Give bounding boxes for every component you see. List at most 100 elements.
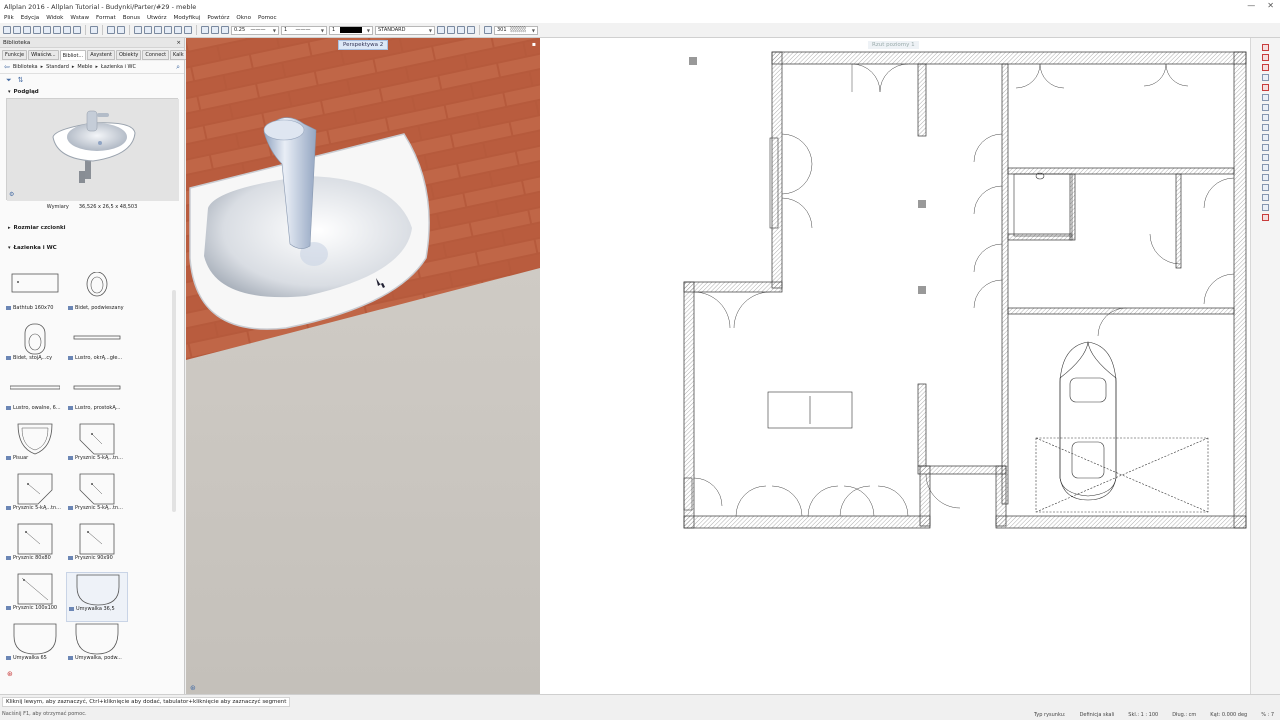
- tab-kalk[interactable]: Kalk: [170, 50, 187, 60]
- font-size-section-header[interactable]: ▸ Rozmiar czcionki: [0, 222, 184, 234]
- viewport-settings-icon[interactable]: ⊛: [190, 684, 196, 692]
- layer-settings-icon[interactable]: [467, 26, 475, 34]
- menu-pomoc[interactable]: Pomoc: [258, 15, 277, 21]
- back-arrow-icon[interactable]: ⇦: [4, 63, 10, 71]
- undo-icon[interactable]: [107, 26, 115, 34]
- pen-tool-icon[interactable]: [201, 26, 209, 34]
- scale-tool-icon[interactable]: [1262, 154, 1269, 161]
- close-icon[interactable]: [1262, 214, 1269, 221]
- menu-edycja[interactable]: Edycja: [21, 15, 39, 21]
- tab-biblioteka[interactable]: Bibliot...: [59, 50, 87, 60]
- percent-field[interactable]: % : 7: [1261, 712, 1274, 718]
- library-item-washbasin-36[interactable]: Umywalka 36,5: [66, 572, 128, 622]
- close-button[interactable]: ✕: [1267, 1, 1274, 10]
- search-icon[interactable]: ⌕: [176, 63, 180, 72]
- library-item-washbasin-65[interactable]: Umywalka 65: [4, 622, 66, 672]
- tab-obiekty[interactable]: Obiekty: [115, 50, 142, 60]
- text-tool-icon[interactable]: [1262, 164, 1269, 171]
- library-item-shower-80[interactable]: Prysznic 80x80: [4, 522, 66, 572]
- new-file-icon[interactable]: [3, 26, 11, 34]
- category-section-header[interactable]: ▾ Łazienka i WC: [0, 242, 184, 254]
- preview-section-header[interactable]: ▾ Podgląd: [0, 86, 184, 98]
- properties-icon[interactable]: [90, 26, 98, 34]
- move-tool-icon[interactable]: [1262, 134, 1269, 141]
- layer-select[interactable]: STANDARD ▼: [375, 25, 435, 35]
- brush-icon[interactable]: [221, 26, 229, 34]
- brush-icon[interactable]: [1262, 64, 1269, 71]
- copy-tool-icon[interactable]: [1262, 124, 1269, 131]
- library-item-shower-pentagon[interactable]: Prysznic 5-kĄ...tn...: [4, 472, 66, 522]
- viewport-tab[interactable]: Perspektywa 2: [338, 40, 389, 50]
- panel-close-button[interactable]: ×: [176, 40, 181, 46]
- library-item-bidet[interactable]: Bidet, podwieszany: [66, 272, 128, 322]
- cut-icon[interactable]: [43, 26, 51, 34]
- menu-bonus[interactable]: Bonus: [123, 15, 140, 21]
- menu-modyfikuj[interactable]: Modyfikuj: [174, 15, 201, 21]
- pattern-select[interactable]: 301 ░░░░ ▼: [494, 25, 538, 35]
- line-type-select[interactable]: 1 ——— ▼: [281, 25, 327, 35]
- window-icon[interactable]: [144, 26, 152, 34]
- open-file-icon[interactable]: [13, 26, 21, 34]
- dimension-tool-icon[interactable]: [1262, 174, 1269, 181]
- delete-icon[interactable]: [73, 26, 81, 34]
- layer-lock-icon[interactable]: [447, 26, 455, 34]
- mirror-icon[interactable]: [1262, 114, 1269, 121]
- menu-utworz[interactable]: Utwórz: [147, 15, 167, 21]
- measure-icon[interactable]: [1262, 94, 1269, 101]
- menu-okno[interactable]: Okno: [236, 15, 251, 21]
- breadcrumb-item[interactable]: Standard: [46, 64, 69, 70]
- draw-type-value[interactable]: Definicja skali: [1080, 712, 1115, 718]
- viewport-3d[interactable]: Perspektywa 2 ▪ ⊛: [186, 38, 540, 694]
- line-tool-icon[interactable]: [1262, 74, 1269, 81]
- scale-field[interactable]: Skl.: 1 : 100: [1128, 712, 1158, 718]
- library-item-shower-100[interactable]: Prysznic 100x100: [4, 572, 66, 622]
- layer-icon[interactable]: [164, 26, 172, 34]
- eraser-icon[interactable]: [1262, 44, 1269, 51]
- library-item-mirror-oval[interactable]: Lustro, owalne, 6...: [4, 372, 66, 422]
- save-icon[interactable]: [23, 26, 31, 34]
- library-item-mirror-round[interactable]: Lustro, okrĄ...głe...: [66, 322, 128, 372]
- paste-icon[interactable]: [63, 26, 71, 34]
- layout-icon[interactable]: [134, 26, 142, 34]
- library-item-bidet-standing[interactable]: Bidet, stojĄ...cy: [4, 322, 66, 372]
- library-item-urinal[interactable]: Pisuar: [4, 422, 66, 472]
- print-icon[interactable]: [33, 26, 41, 34]
- pen-thickness-select[interactable]: 0.25 ——— ▼: [231, 25, 279, 35]
- tab-funkcje[interactable]: Funkcje: [2, 50, 28, 60]
- menu-powtorz[interactable]: Powtórz: [207, 15, 229, 21]
- layer-status-icon[interactable]: [457, 26, 465, 34]
- format-icon[interactable]: [484, 26, 492, 34]
- library-item-shower-pentagon[interactable]: Prysznic 5-kĄ...tn...: [66, 472, 128, 522]
- library-item-mirror-rect[interactable]: Lustro, prostokĄ...: [66, 372, 128, 422]
- hatch-tool-icon[interactable]: [1262, 184, 1269, 191]
- library-settings-icon[interactable]: ⊛: [7, 670, 13, 678]
- menu-wstaw[interactable]: Wstaw: [70, 15, 89, 21]
- arc-tool-icon[interactable]: [1262, 104, 1269, 111]
- pencil-icon[interactable]: [1262, 54, 1269, 61]
- library-item-shower-90[interactable]: Prysznic 90x90: [66, 522, 128, 572]
- angle-field[interactable]: Kąt: 0.000 deg: [1210, 712, 1247, 718]
- menu-widok[interactable]: Widok: [46, 15, 63, 21]
- library-item-washbasin-hanging[interactable]: Umywalka, podw...: [66, 622, 128, 672]
- menu-plik[interactable]: Plik: [4, 15, 14, 21]
- library-item-shower-pentagon[interactable]: Prysznic 5-kĄ...tn...: [66, 422, 128, 472]
- minimize-button[interactable]: —: [1247, 1, 1255, 10]
- breadcrumb-item[interactable]: Łazienka i WC: [101, 64, 136, 70]
- copy-icon[interactable]: [53, 26, 61, 34]
- viewport-tab[interactable]: Rzut poziomy 1: [868, 41, 919, 49]
- polyline-icon[interactable]: [1262, 84, 1269, 91]
- redo-icon[interactable]: [117, 26, 125, 34]
- view-tool-icon[interactable]: [1262, 204, 1269, 211]
- preview-settings-icon[interactable]: ⚙: [9, 191, 14, 198]
- tab-wlasciwosci[interactable]: Właściw...: [28, 50, 59, 60]
- breadcrumb-item[interactable]: Meble: [77, 64, 92, 70]
- rotate-tool-icon[interactable]: [1262, 144, 1269, 151]
- layer-visibility-icon[interactable]: [437, 26, 445, 34]
- viewport-icon[interactable]: [154, 26, 162, 34]
- color-select[interactable]: 1 ▼: [329, 25, 373, 35]
- filter-icon[interactable]: ⏷: [6, 76, 12, 85]
- floor-plan-viewport[interactable]: Rzut poziomy 1: [540, 38, 1250, 694]
- breadcrumb-item[interactable]: Biblioteka: [13, 64, 38, 70]
- zoom-icon[interactable]: [184, 26, 192, 34]
- tab-asystent[interactable]: Asystent: [87, 50, 115, 60]
